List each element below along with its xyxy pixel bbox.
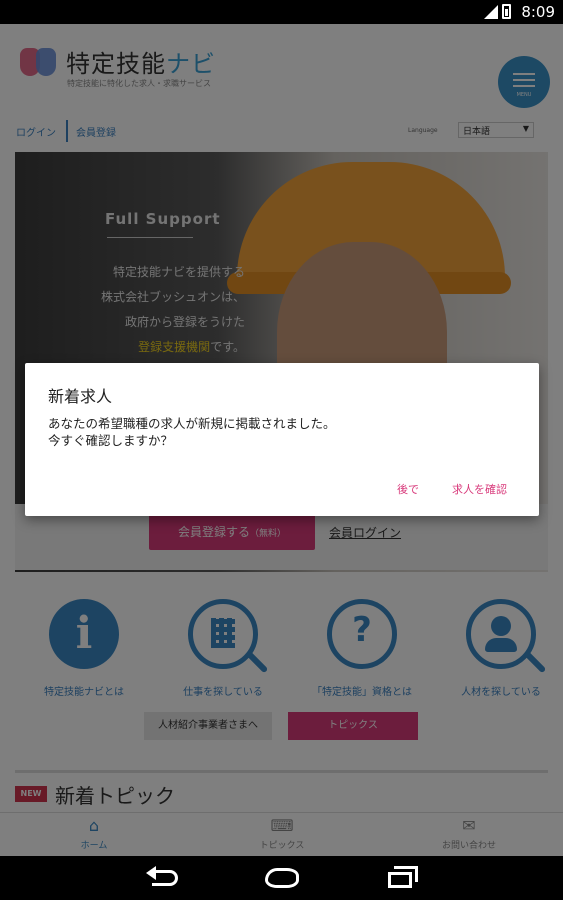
signal-icon [484,4,498,19]
recent-apps-icon[interactable] [388,866,418,888]
home-button-icon[interactable] [265,868,299,888]
battery-icon [502,4,511,19]
confirm-job-button[interactable]: 求人を確認 [452,481,507,497]
status-bar: 8:09 [0,0,563,24]
dialog-message-line: あなたの希望職種の求人が新規に掲載されました。 [48,416,336,431]
status-time: 8:09 [521,3,555,21]
new-job-dialog: 新着求人 あなたの希望職種の求人が新規に掲載されました。 今すぐ確認しますか？ … [25,363,539,516]
back-icon[interactable] [146,866,178,890]
dialog-title: 新着求人 [48,387,113,406]
later-button[interactable]: 後で [397,481,419,497]
system-navigation-bar [0,856,563,900]
dialog-message-line: 今すぐ確認しますか？ [48,433,174,448]
status-icons [484,4,511,19]
dialog-message: あなたの希望職種の求人が新規に掲載されました。 今すぐ確認しますか？ [48,415,518,449]
